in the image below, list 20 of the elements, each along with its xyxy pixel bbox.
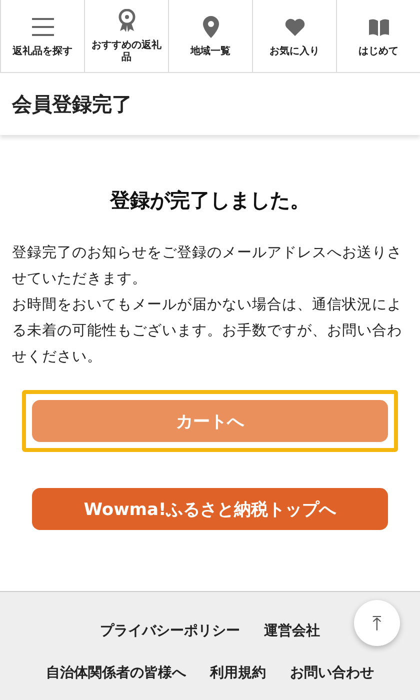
footer-link[interactable]: プライバシーポリシー xyxy=(100,622,240,640)
completion-heading: 登録が完了しました。 xyxy=(108,187,311,214)
back-to-top-button[interactable]: ⤒ xyxy=(354,600,400,646)
footer-link[interactable]: お問い合わせ xyxy=(290,664,374,682)
location-pin-icon xyxy=(202,16,218,38)
nav-item[interactable]: 地域一覧 xyxy=(168,0,252,72)
book-icon xyxy=(368,18,390,36)
nav-item[interactable]: 返礼品を探す xyxy=(0,0,84,72)
nav-item[interactable]: お気に入り xyxy=(252,0,336,72)
nav-item[interactable]: はじめて xyxy=(336,0,420,72)
menu-icon xyxy=(32,18,54,36)
award-icon xyxy=(118,8,136,32)
nav-item[interactable]: おすすめの返礼品 xyxy=(84,0,168,72)
footer-link[interactable]: 利用規約 xyxy=(210,664,266,682)
message-text: 登録完了のお知らせをご登録のメールアドレスへお送りさせていただきます。 xyxy=(11,244,403,289)
heart-icon xyxy=(284,18,304,36)
message-text: お時間をおいてもメールが届かない場合は、通信状況による未着の可能性もございます。お手数ですが、お問い合わせください。 xyxy=(11,296,403,367)
page-title: 会員登録完了 xyxy=(12,90,132,118)
footer-link[interactable]: 自治体関係者の皆様へ xyxy=(46,664,186,682)
footer-link[interactable]: 運営会社 xyxy=(264,622,320,640)
